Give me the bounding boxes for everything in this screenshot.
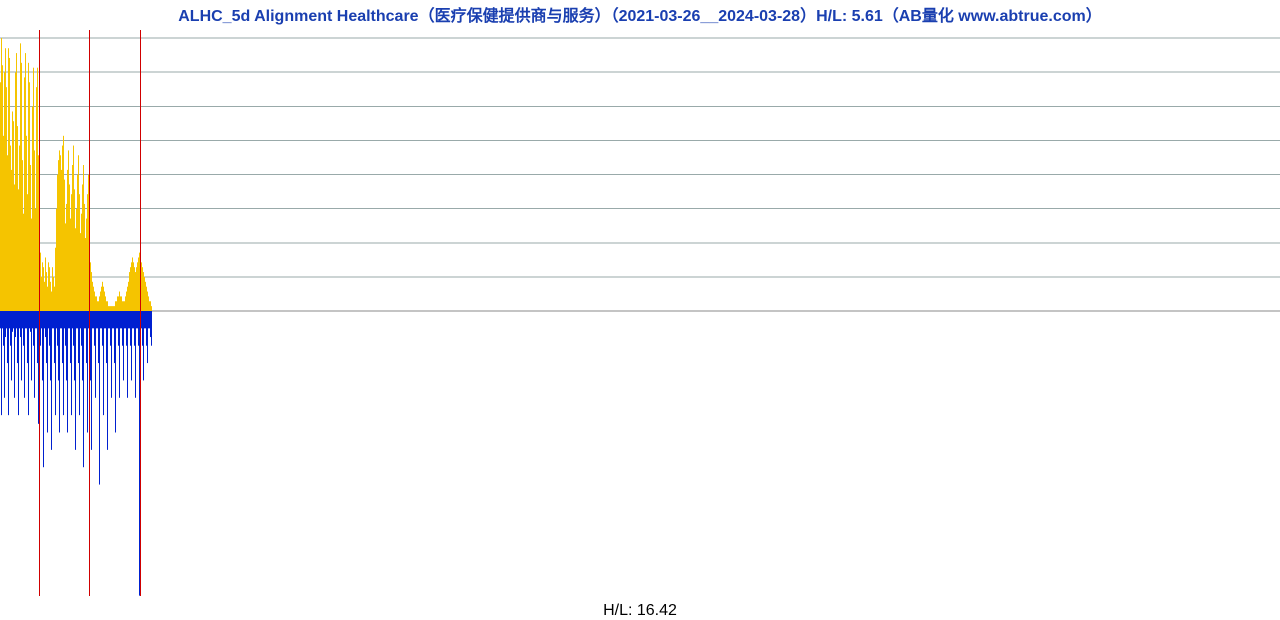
chart-footer: H/L: 16.42 — [0, 602, 1280, 620]
chart-title: ALHC_5d Alignment Healthcare（医疗保健提供商与服务）… — [0, 2, 1280, 26]
chart-plot — [0, 28, 1280, 598]
grid-lines — [0, 38, 1280, 311]
lower-bars — [0, 311, 152, 596]
